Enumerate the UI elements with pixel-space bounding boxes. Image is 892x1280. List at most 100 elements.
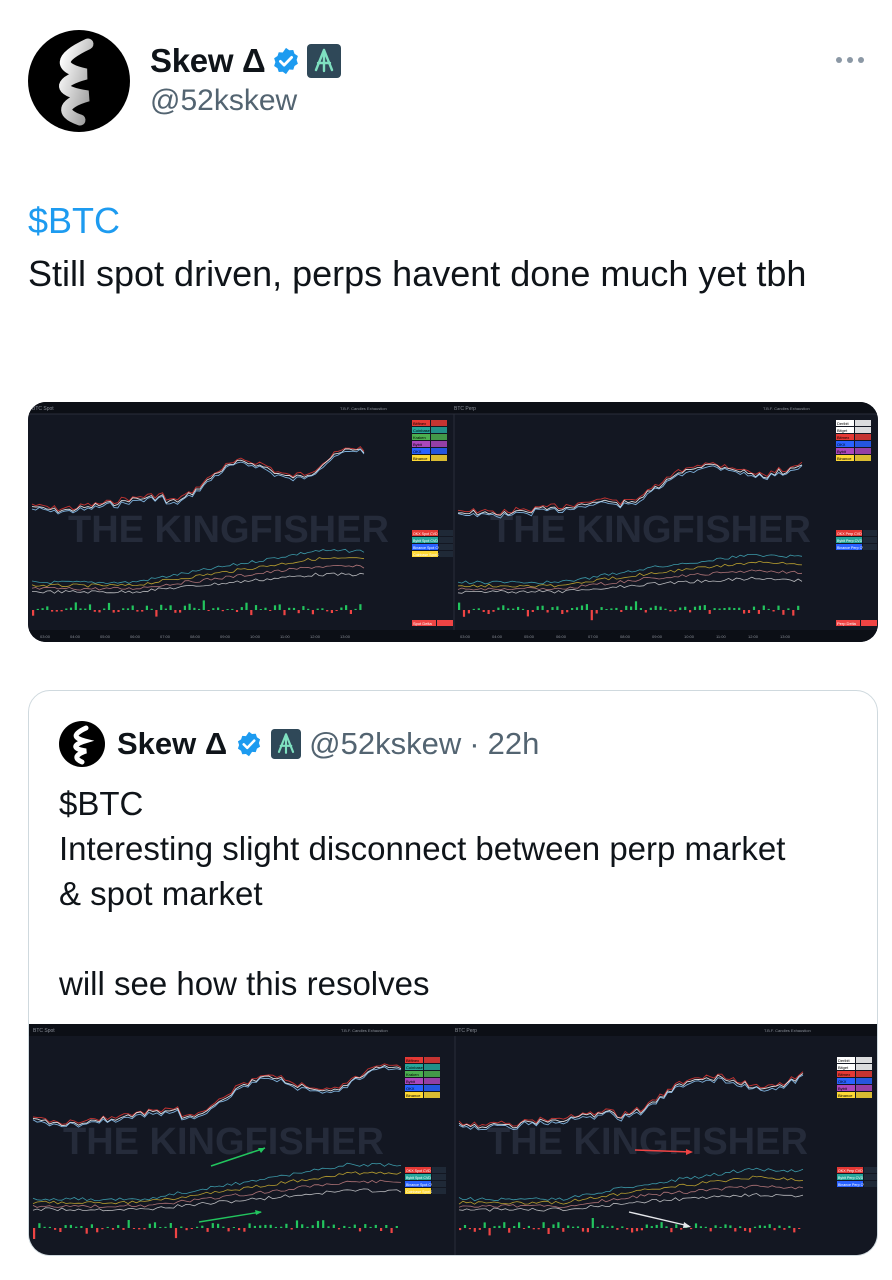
delta-bar bbox=[340, 607, 343, 610]
tweet-header: Skew Δ @52kskew bbox=[28, 30, 868, 132]
delta-bar bbox=[572, 1226, 575, 1228]
quoted-line-3: will see how this resolves bbox=[59, 965, 430, 1002]
delta-bar bbox=[235, 610, 239, 612]
legend-label: Bitget bbox=[837, 428, 848, 433]
cashtag-link[interactable]: $BTC bbox=[28, 194, 868, 247]
delta-bar bbox=[508, 1228, 511, 1233]
delta-bar bbox=[385, 1225, 388, 1228]
dot-separator: · bbox=[469, 726, 480, 761]
delta-bar bbox=[689, 610, 692, 613]
delta-bar bbox=[788, 1225, 791, 1228]
delta-bar bbox=[477, 608, 480, 610]
delta-bar bbox=[649, 607, 652, 610]
legend-value bbox=[855, 448, 871, 454]
quoted-tweet[interactable]: Skew Δ @52kskew · 22h $BTC Interesting s… bbox=[28, 690, 878, 1256]
cvd-value bbox=[863, 544, 877, 550]
delta-bar bbox=[739, 1226, 742, 1228]
cvd-value bbox=[864, 1167, 877, 1173]
more-icon[interactable] bbox=[832, 50, 868, 70]
quoted-author-name[interactable]: Skew Δ bbox=[117, 726, 227, 762]
quoted-author-avatar[interactable] bbox=[59, 721, 105, 767]
delta-bar bbox=[232, 1227, 235, 1228]
delta-bar bbox=[369, 1226, 372, 1228]
delta-bar bbox=[38, 1223, 41, 1228]
tweet-media-image[interactable]: BTC Spot T.B.F. Candles Exhaustion BTC P… bbox=[28, 402, 878, 642]
delta-bar bbox=[748, 1228, 752, 1233]
delta-bar bbox=[212, 608, 215, 610]
delta-bar bbox=[659, 606, 662, 610]
delta-bar bbox=[117, 1225, 120, 1228]
delta-bar bbox=[639, 608, 642, 610]
affiliate-badge-icon[interactable] bbox=[271, 729, 302, 759]
delta-bar bbox=[148, 1223, 151, 1228]
delta-bar bbox=[79, 608, 82, 610]
delta-bar bbox=[349, 610, 352, 614]
delta-bar bbox=[630, 606, 633, 610]
quoted-timestamp[interactable]: 22h bbox=[488, 726, 540, 762]
delta-bar bbox=[179, 610, 182, 613]
legend-label: Bitfinex bbox=[406, 1058, 419, 1063]
delta-bar bbox=[174, 1228, 178, 1239]
delta-bar bbox=[664, 608, 667, 610]
delta-bar bbox=[541, 605, 544, 610]
delta-bar bbox=[227, 1228, 230, 1232]
author-handle[interactable]: @52kskew bbox=[150, 84, 297, 118]
cvd-value bbox=[439, 551, 453, 557]
delta-bar bbox=[734, 1228, 737, 1232]
legend-value bbox=[856, 1078, 872, 1084]
affiliate-badge-icon[interactable] bbox=[307, 44, 342, 78]
delta-bar bbox=[669, 610, 672, 612]
delta-bar bbox=[556, 606, 559, 610]
legend-label: Binance bbox=[406, 1093, 421, 1098]
delta-bar bbox=[522, 1228, 526, 1229]
delta-bar bbox=[93, 610, 96, 612]
delta-bar bbox=[693, 606, 697, 610]
delta-bar bbox=[201, 1225, 204, 1228]
watermark-right: THE KINGFISHER bbox=[487, 1121, 808, 1163]
cvd-value bbox=[863, 537, 877, 543]
delta-bar bbox=[330, 610, 333, 613]
delta-bar bbox=[640, 1228, 643, 1231]
time-tick-right: 03:00 bbox=[460, 634, 471, 639]
delta-bar bbox=[773, 1228, 776, 1231]
quoted-cashtag[interactable]: $BTC bbox=[59, 781, 859, 826]
delta-bar bbox=[483, 1222, 486, 1228]
cvd-value bbox=[439, 537, 453, 543]
quoted-author-handle[interactable]: @52kskew bbox=[309, 726, 461, 762]
author-avatar[interactable] bbox=[28, 30, 130, 132]
quoted-media-image[interactable]: BTC Spot T.B.F. Candles Exhaustion BTC P… bbox=[29, 1024, 877, 1255]
delta-bar bbox=[488, 1228, 491, 1236]
delta-bar bbox=[107, 602, 111, 610]
delta-bar bbox=[654, 605, 657, 610]
delta-bar bbox=[567, 1225, 570, 1228]
legend-label: Deribit bbox=[837, 421, 849, 426]
delta-bar bbox=[462, 610, 466, 617]
delta-bar bbox=[680, 1228, 683, 1230]
delta-bar bbox=[537, 1228, 540, 1230]
delta-bar bbox=[621, 1226, 624, 1228]
delta-bar bbox=[59, 1228, 62, 1232]
delta-bar bbox=[326, 610, 329, 612]
delta-bar bbox=[650, 1226, 653, 1228]
delta-bar bbox=[302, 606, 305, 610]
chart-toolbar-left: T.B.F. Candles Exhaustion bbox=[341, 1028, 388, 1033]
delta-bar bbox=[527, 1225, 530, 1228]
quoted-tweet-text: $BTC Interesting slight disconnect betwe… bbox=[59, 781, 859, 1006]
delta-bar bbox=[159, 1227, 162, 1228]
legend-label: Coinbase bbox=[413, 428, 431, 433]
legend-value bbox=[431, 420, 447, 426]
delta-bar bbox=[625, 605, 628, 610]
delta-bar bbox=[635, 1228, 639, 1232]
delta-bar bbox=[202, 600, 205, 610]
delta-bar bbox=[467, 610, 470, 614]
delta-bar bbox=[132, 1228, 136, 1229]
cvd-value bbox=[432, 1167, 446, 1173]
delta-bar bbox=[758, 1225, 761, 1228]
delta-bar bbox=[288, 607, 291, 610]
time-tick-right: 08:00 bbox=[620, 634, 631, 639]
verified-badge-icon bbox=[235, 730, 263, 758]
cvd-label: Binance Perp CVD bbox=[837, 546, 868, 550]
delta-bar bbox=[322, 1220, 325, 1228]
author-name[interactable]: Skew Δ bbox=[150, 42, 266, 80]
delta-bar bbox=[606, 1226, 609, 1228]
